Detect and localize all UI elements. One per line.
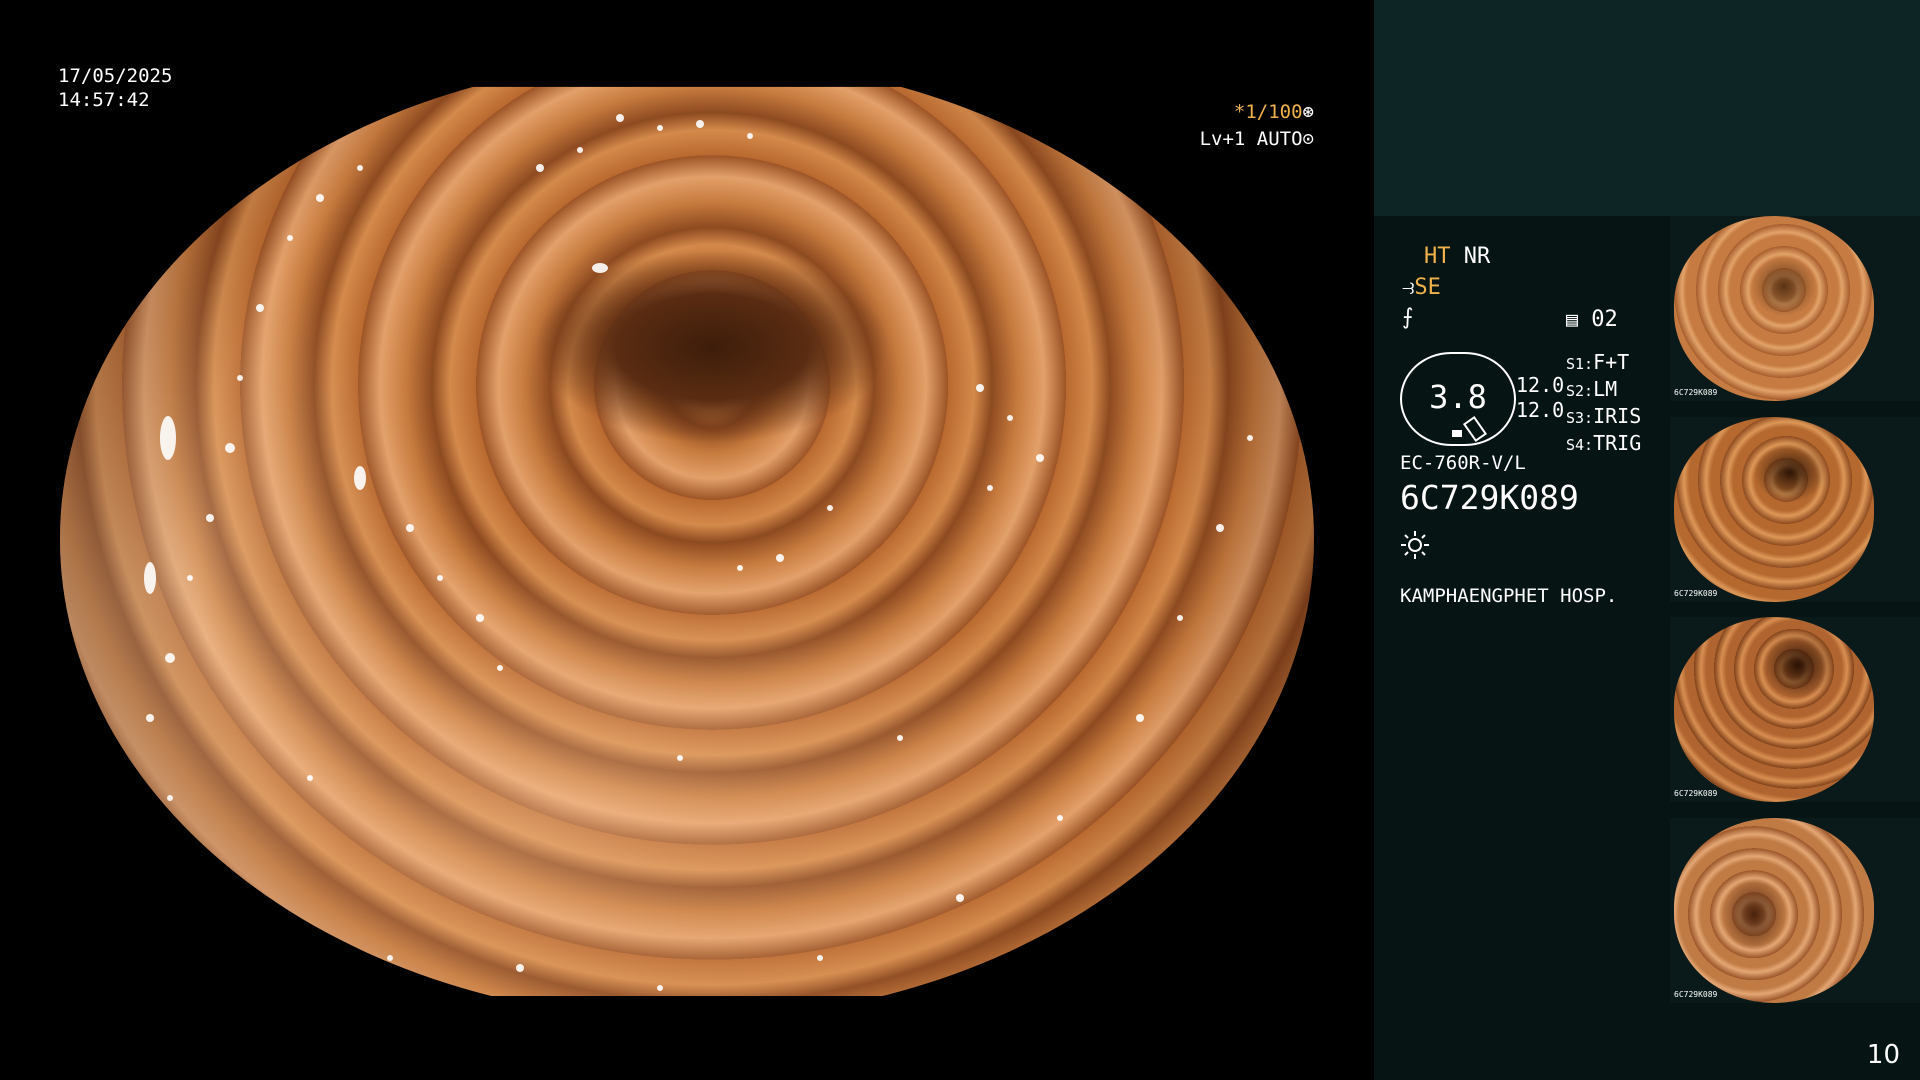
thumbnail-1[interactable]: 6C729K089 [1670,216,1920,401]
panel-header [1374,0,1920,216]
date-text: 17/05/2025 [58,65,173,87]
iris-icon: ⊙ [1302,128,1314,150]
time-text: 14:57:42 [58,89,150,111]
gauge-marker-icon [1452,430,1462,437]
zoom-gauge: 3.8 [1400,352,1516,446]
thumbnail-image [1674,216,1874,401]
aux-icon: ⨍ [1402,305,1414,330]
shutter-speed-text: *1/100 [1233,101,1303,123]
enhancement-status: HT NR [1424,243,1490,271]
slot-key: S1: [1566,355,1594,373]
scope-model: EC-760R-V/L [1400,452,1526,474]
thumbnail-label: 6C729K089 [1674,789,1718,798]
thumbnail-label: 6C729K089 [1674,589,1718,598]
thumbnail-label: 6C729K089 [1674,388,1718,397]
slot-label: LM [1593,377,1618,401]
shutter-speed: *1/100⊛ [1234,100,1314,124]
value-1: 12.0 [1516,373,1565,397]
se-label: SE [1414,275,1441,300]
zoom-value: 3.8 [1429,378,1487,416]
shutter-icon: ⊛ [1302,101,1314,123]
memory-card-icon: ▤ [1566,307,1579,331]
memory-count: 02 [1591,307,1618,332]
slot-label: TRIG [1593,431,1642,455]
thumbnail-4[interactable]: 6C729K089 [1670,818,1920,1003]
thumbnail-3[interactable]: 6C729K089 [1670,617,1920,802]
slot-label: IRIS [1593,404,1642,428]
brightness-level: Lv+1 AUTO⊙ [1200,127,1314,151]
page-number: 10 [1866,1040,1900,1070]
slot-label: F+T [1593,350,1630,374]
switch-assignments: S1:F+T S2:LM S3:IRIS S4:TRIG [1566,350,1641,458]
thumbnail-label: 6C729K089 [1674,990,1718,999]
value-2: 12.0 [1516,398,1565,422]
se-icon: ⥽ [1402,275,1415,300]
hospital-name: KAMPHAENGPHET HOSP. [1400,585,1618,607]
sun-icon [1401,531,1429,559]
thumbnail-image [1674,417,1874,602]
structure-enhancement: ⥽SE [1402,274,1441,302]
endoscopy-screen: 17/05/2025 14:57:42 *1/100⊛ Lv+1 AUTO⊙ H… [0,0,1920,1080]
ht-label: HT [1424,244,1451,269]
memory-status: ▤ 02 [1566,305,1618,334]
slot-key: S3: [1566,409,1594,427]
thumbnail-2[interactable]: 6C729K089 [1670,417,1920,602]
pen-icon [1462,415,1488,443]
nr-label: NR [1463,244,1491,269]
scope-serial: 6C729K089 [1400,478,1579,517]
thumbnail-image [1674,818,1874,1003]
thumbnail-image [1674,617,1874,802]
endoscopic-image [60,86,1314,996]
slot-key: S4: [1566,436,1594,454]
datetime-display: 17/05/2025 14:57:42 [58,64,172,112]
level-text: Lv+1 AUTO [1199,128,1303,150]
specular-reflections [144,114,1253,991]
slot-key: S2: [1566,382,1594,400]
